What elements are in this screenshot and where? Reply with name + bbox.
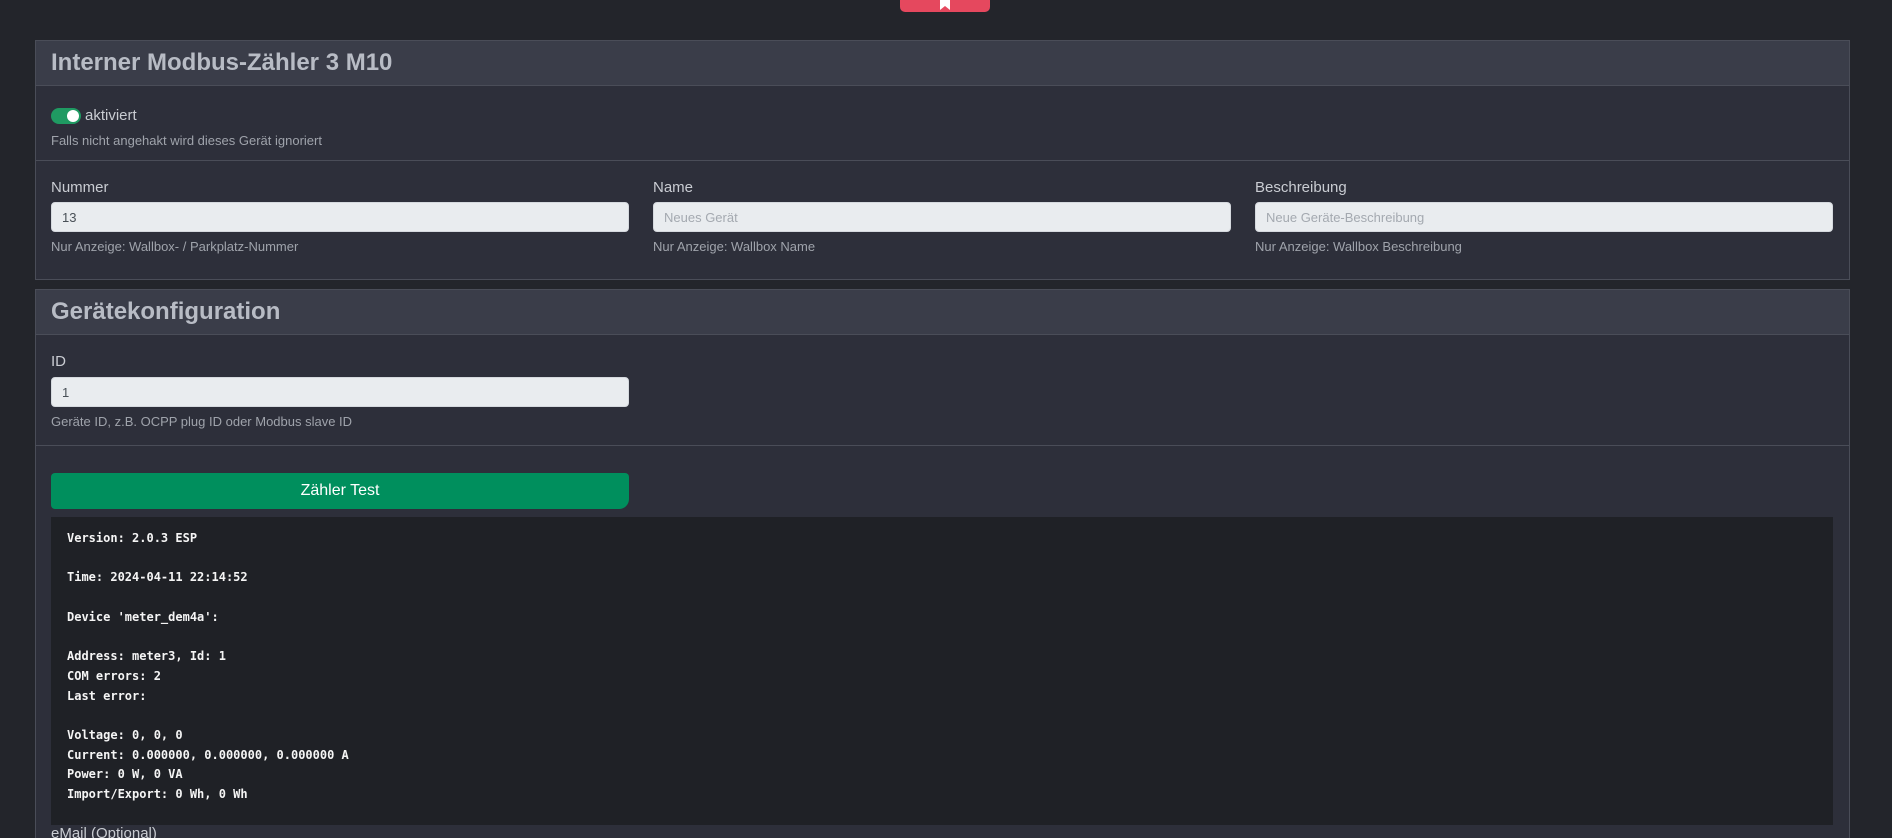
device-card-header: Interner Modbus-Zähler 3 M10 bbox=[36, 41, 1849, 86]
meter-test-button[interactable]: Zähler Test bbox=[51, 473, 629, 509]
console-line: Power: 0 W, 0 VA bbox=[67, 767, 183, 782]
device-card: Interner Modbus-Zähler 3 M10 aktiviert F… bbox=[35, 40, 1850, 280]
id-input[interactable]: 1 bbox=[51, 377, 629, 407]
divider bbox=[36, 445, 1849, 446]
name-input[interactable]: Neues Gerät bbox=[653, 202, 1231, 232]
device-config-card: Gerätekonfiguration ID 1 Geräte ID, z.B.… bbox=[35, 289, 1850, 838]
top-nav-tab[interactable] bbox=[900, 0, 990, 12]
device-config-card-header: Gerätekonfiguration bbox=[36, 290, 1849, 335]
description-hint: Nur Anzeige: Wallbox Beschreibung bbox=[1255, 239, 1462, 254]
enable-toggle-hint: Falls nicht angehakt wird dieses Gerät i… bbox=[51, 133, 322, 148]
console-line: Device 'meter_dem4a': bbox=[67, 609, 219, 624]
device-card-title: Interner Modbus-Zähler 3 M10 bbox=[51, 49, 393, 76]
number-label: Nummer bbox=[51, 179, 109, 196]
name-label: Name bbox=[653, 179, 694, 196]
console-line: Current: 0.000000, 0.000000, 0.000000 A bbox=[67, 747, 349, 762]
console-blank bbox=[67, 551, 1817, 571]
console-line: Voltage: 0, 0, 0 bbox=[67, 727, 183, 742]
console-line: Last error: bbox=[67, 688, 147, 703]
id-hint: Geräte ID, z.B. OCPP plug ID oder Modbus… bbox=[51, 414, 353, 429]
console-blank bbox=[67, 590, 1817, 610]
description-input[interactable]: Neue Geräte-Beschreibung bbox=[1255, 202, 1833, 232]
test-output-console: Version: 2.0.3 ESP Time: 2024-04-11 22:1… bbox=[51, 517, 1833, 825]
console-blank bbox=[67, 708, 1817, 728]
device-config-card-title: Gerätekonfiguration bbox=[51, 298, 281, 325]
name-hint: Nur Anzeige: Wallbox Name bbox=[653, 239, 816, 254]
console-line: Version: 2.0.3 ESP bbox=[67, 531, 198, 545]
enable-toggle-row[interactable]: aktiviert bbox=[51, 107, 137, 124]
divider bbox=[36, 160, 1849, 161]
console-line: Time: 2024-04-11 22:14:52 bbox=[67, 570, 248, 585]
email-label: eMail (Optional) bbox=[51, 825, 157, 838]
console-blank bbox=[67, 629, 1817, 649]
id-label: ID bbox=[51, 353, 66, 370]
number-hint: Nur Anzeige: Wallbox- / Parkplatz-Nummer bbox=[51, 239, 299, 254]
toggle-knob bbox=[67, 109, 79, 122]
console-line: COM errors: 2 bbox=[67, 668, 161, 683]
console-line: Address: meter3, Id: 1 bbox=[67, 649, 226, 664]
bookmark-icon bbox=[940, 0, 950, 10]
description-label: Beschreibung bbox=[1255, 179, 1347, 196]
enable-toggle-label: aktiviert bbox=[85, 107, 137, 124]
console-line: Import/Export: 0 Wh, 0 Wh bbox=[67, 786, 248, 801]
number-input[interactable]: 13 bbox=[51, 202, 629, 232]
enable-toggle[interactable] bbox=[51, 107, 81, 124]
